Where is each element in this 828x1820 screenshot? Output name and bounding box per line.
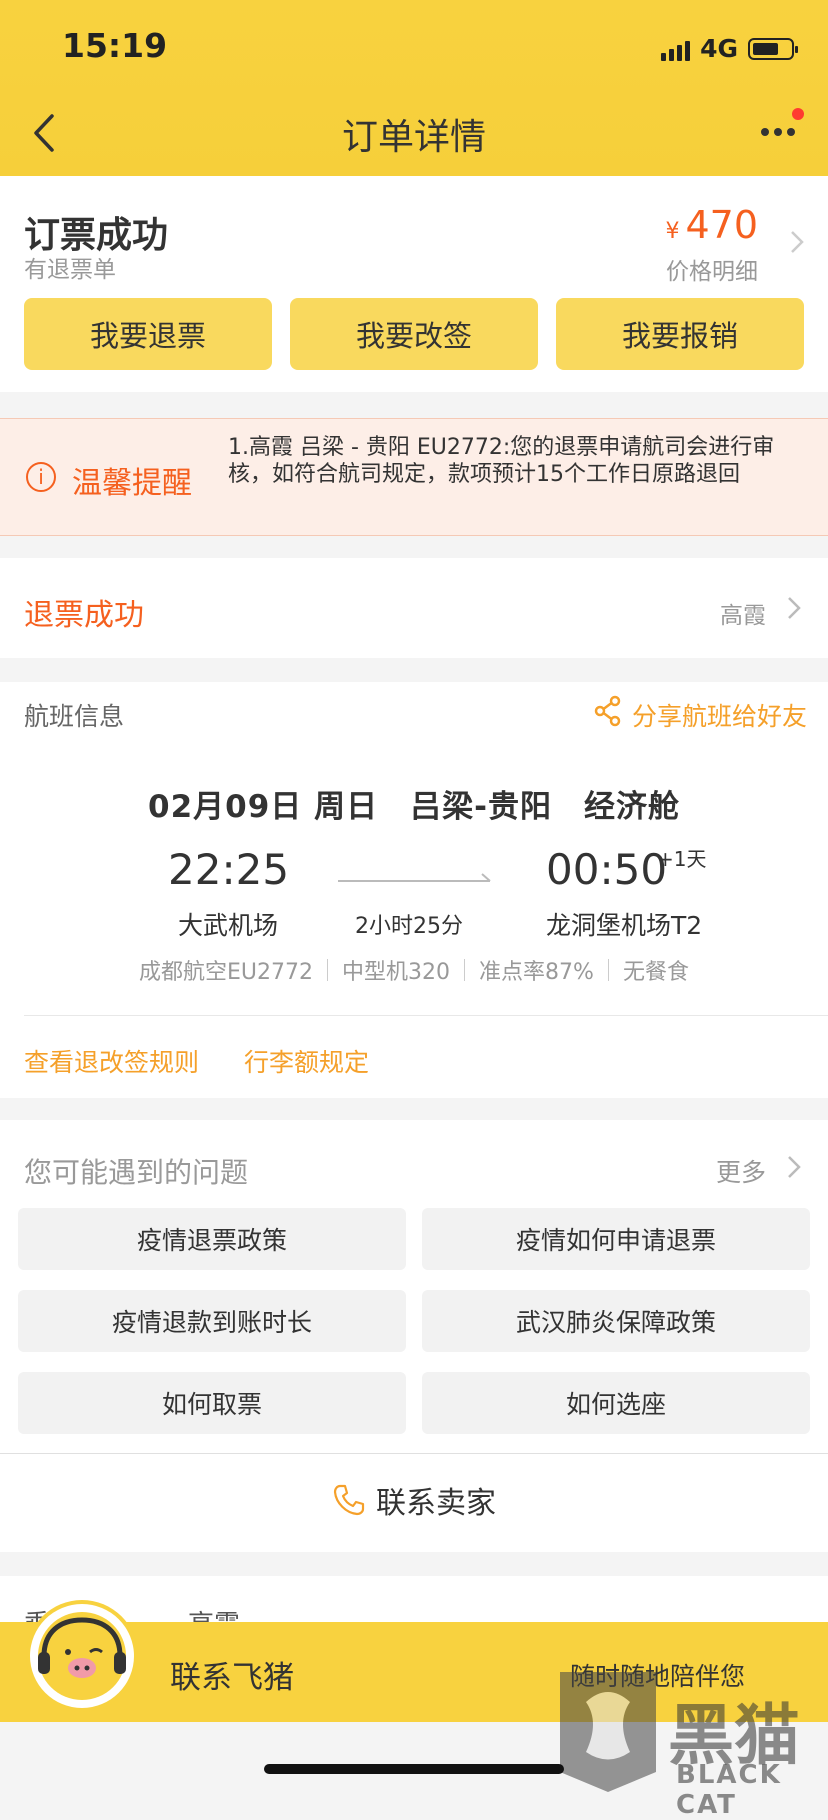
battery-fill bbox=[753, 42, 778, 55]
contact-seller-label: 联系卖家 bbox=[376, 1486, 496, 1521]
faq-item[interactable]: 如何取票 bbox=[18, 1372, 406, 1434]
refund-button[interactable]: 我要退票 bbox=[24, 298, 272, 370]
meal-info: 无餐食 bbox=[622, 960, 689, 985]
flight-card bbox=[0, 682, 828, 1098]
share-icon[interactable] bbox=[594, 695, 622, 727]
reimburse-button[interactable]: 我要报销 bbox=[556, 298, 804, 370]
divider bbox=[0, 1453, 828, 1454]
airline-flight-number: 成都航空EU2772 bbox=[139, 960, 314, 985]
flight-date-route: 02月09日 周日 吕梁-贵阳 经济舱 bbox=[148, 789, 680, 825]
arrival-time: 00:50 bbox=[546, 845, 668, 894]
signal-icon bbox=[661, 37, 691, 61]
order-sub-status: 有退票单 bbox=[24, 257, 116, 283]
refund-passenger: 高霞 bbox=[720, 603, 766, 629]
faq-more-link[interactable]: 更多 bbox=[716, 1153, 766, 1189]
flight-section-label: 航班信息 bbox=[24, 702, 125, 731]
watermark-sub: BLACK CAT bbox=[676, 1760, 782, 1820]
faq-item[interactable]: 疫情如何申请退票 bbox=[422, 1208, 810, 1270]
avatar bbox=[30, 1604, 134, 1708]
arrow-right-icon bbox=[338, 873, 491, 882]
faq-title: 您可能遇到的问题 bbox=[24, 1156, 249, 1189]
page-title: 订单详情 bbox=[341, 117, 486, 158]
home-indicator[interactable] bbox=[264, 1764, 564, 1774]
notification-dot bbox=[792, 108, 804, 120]
battery-icon bbox=[748, 37, 798, 60]
pig-mascot-icon bbox=[38, 1612, 126, 1700]
price-detail-link[interactable]: 价格明细 bbox=[666, 252, 758, 286]
contact-fliggy-label: 联系飞猪 bbox=[170, 1660, 294, 1696]
status-indicators: 4G bbox=[661, 34, 798, 63]
faq-item[interactable]: 武汉肺炎保障政策 bbox=[422, 1290, 810, 1352]
separator bbox=[607, 959, 609, 981]
chevron-right-icon[interactable] bbox=[786, 1153, 802, 1181]
chevron-right-icon[interactable] bbox=[786, 594, 802, 622]
separator bbox=[464, 959, 466, 981]
currency-symbol: ¥ bbox=[665, 219, 680, 244]
share-flight-link[interactable]: 分享航班给好友 bbox=[632, 697, 807, 733]
plus-day-badge: +1天 bbox=[657, 847, 707, 871]
notice-text: 1.高霞 吕梁 - 贵阳 EU2772:您的退票申请航司会进行审核，如符合航司规… bbox=[228, 435, 775, 487]
divider bbox=[24, 1015, 828, 1016]
network-type: 4G bbox=[700, 34, 738, 63]
info-icon: i bbox=[26, 462, 56, 492]
price-value: 470 bbox=[685, 203, 758, 247]
status-time: 15:19 bbox=[62, 26, 168, 65]
aircraft-type: 中型机320 bbox=[342, 960, 451, 985]
departure-time: 22:25 bbox=[168, 845, 290, 894]
flight-duration: 2小时25分 bbox=[355, 914, 463, 939]
chevron-right-icon[interactable] bbox=[788, 228, 806, 256]
baggage-rules-link[interactable]: 行李额规定 bbox=[244, 1043, 369, 1079]
notice-label: 温馨提醒 bbox=[72, 466, 192, 501]
refund-status: 退票成功 bbox=[24, 598, 144, 633]
on-time-rate: 准点率87% bbox=[479, 960, 594, 985]
contact-seller-button[interactable]: 联系卖家 bbox=[0, 1478, 828, 1522]
arrival-airport: 龙洞堡机场T2 bbox=[546, 911, 703, 940]
separator bbox=[327, 959, 329, 981]
change-button[interactable]: 我要改签 bbox=[290, 298, 538, 370]
faq-item[interactable]: 如何选座 bbox=[422, 1372, 810, 1434]
faq-item[interactable]: 疫情退票政策 bbox=[18, 1208, 406, 1270]
refund-rules-link[interactable]: 查看退改签规则 bbox=[24, 1043, 199, 1079]
order-price[interactable]: ¥470 bbox=[665, 203, 758, 247]
departure-airport: 大武机场 bbox=[178, 911, 279, 940]
phone-icon bbox=[333, 1484, 365, 1516]
faq-item[interactable]: 疫情退款到账时长 bbox=[18, 1290, 406, 1352]
flight-meta: 成都航空EU2772 中型机320 准点率87% 无餐食 bbox=[0, 954, 828, 986]
